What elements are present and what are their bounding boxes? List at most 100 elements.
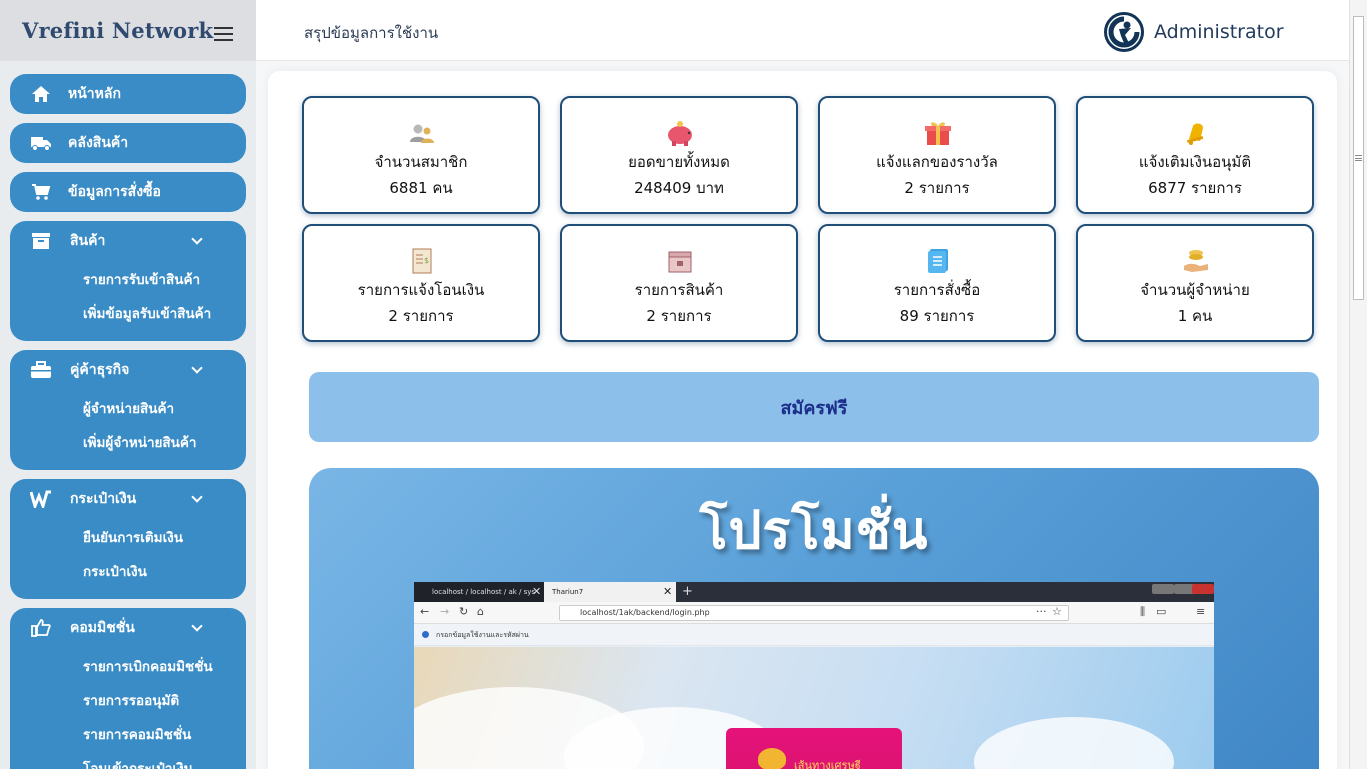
sidebar-icon: ▭	[1156, 605, 1167, 618]
sidebar-item-orders[interactable]: ข้อมูลการสั่งซื้อ	[10, 172, 246, 212]
truck-icon	[30, 132, 52, 154]
sidebar-group-label: กระเป๋าเงิน	[70, 491, 137, 507]
bell-icon	[1181, 120, 1211, 146]
sidebar-subitem[interactable]: กระเป๋าเงิน	[10, 555, 246, 589]
sidebar-subitem[interactable]: รายการรับเข้าสินค้า	[10, 263, 246, 297]
menu-dots-icon: ···	[1036, 605, 1047, 618]
stat-value: 89 รายการ	[899, 307, 975, 325]
sidebar-subitem[interactable]: เพิ่มผู้จำหน่ายสินค้า	[10, 426, 246, 460]
sidebar-group-header[interactable]: คอมมิชชั่น	[10, 608, 246, 648]
receipt-icon: $	[407, 248, 437, 274]
close-icon: ✕	[663, 585, 673, 598]
stat-title: รายการสินค้า	[634, 281, 724, 299]
briefcase-icon	[30, 359, 52, 381]
stat-title: แจ้งแลกของรางวัล	[876, 153, 998, 171]
minimize-icon	[1152, 584, 1174, 594]
signup-label: สมัครฟรี	[780, 397, 848, 419]
thumbs-up-icon	[30, 617, 52, 639]
sidebar-group-header[interactable]: คู่ค้าธุรกิจ	[10, 350, 246, 390]
stat-value: 1 คน	[1177, 307, 1213, 325]
sidebar-group-label: คอมมิชชั่น	[70, 620, 135, 636]
stat-title: ยอดขายทั้งหมด	[628, 153, 730, 171]
close-icon: ✕	[532, 585, 542, 598]
stat-card-transfer-notices[interactable]: $ รายการแจ้งโอนเงิน 2 รายการ	[302, 224, 540, 342]
stat-card-rewards[interactable]: แจ้งแลกของรางวัล 2 รายการ	[818, 96, 1056, 214]
sidebar-item-label: คลังสินค้า	[68, 135, 129, 151]
stat-title: จำนวนสมาชิก	[374, 153, 468, 171]
hamburger-menu-icon: ≡	[1196, 605, 1206, 618]
login-card-title: เส้นทางเศรษฐี	[794, 759, 861, 769]
browser-tab: Thariun7	[544, 582, 676, 602]
user-menu[interactable]: Administrator	[1104, 12, 1284, 52]
sidebar-group-label: สินค้า	[70, 233, 106, 249]
sidebar-group-wallet: กระเป๋าเงิน ยืนยันการเติมเงิน กระเป๋าเงิ…	[10, 479, 246, 599]
sidebar-subitem[interactable]: รายการเบิกคอมมิชชั่น	[10, 650, 246, 684]
svg-text:$: $	[424, 256, 429, 265]
address-bar: localhost/1ak/backend/login.php	[559, 605, 1069, 621]
stat-title: แจ้งเติมเงินอนุมัติ	[1138, 153, 1252, 171]
sidebar-subitem[interactable]: ยืนยันการเติมเงิน	[10, 521, 246, 555]
page-title: สรุปข้อมูลการใช้งาน	[304, 24, 439, 42]
library-icon: ⫼	[1140, 605, 1146, 618]
stat-value: 2 รายการ	[646, 307, 712, 325]
sidebar-subitem[interactable]: รายการคอมมิชชั่น	[10, 718, 246, 752]
stat-card-sales[interactable]: ยอดขายทั้งหมด 248409 บาท	[560, 96, 798, 214]
login-card: เส้นทางเศรษฐี	[726, 728, 902, 769]
avatar	[1104, 12, 1144, 52]
sidebar-subitem[interactable]: เพิ่มข้อมูลรับเข้าสินค้า	[10, 297, 246, 331]
browser-navbar: ← → ↻ ⌂ localhost/1ak/backend/login.php …	[414, 602, 1214, 624]
stat-value: 248409 บาท	[634, 179, 724, 197]
sidebar-item-warehouse[interactable]: คลังสินค้า	[10, 123, 246, 163]
reload-icon: ↻	[459, 605, 469, 618]
user-name: Administrator	[1154, 21, 1284, 43]
piggy-bank-icon	[665, 120, 695, 146]
stat-value: 6877 รายการ	[1148, 179, 1242, 197]
stat-card-topup-approved[interactable]: แจ้งเติมเงินอนุมัติ 6877 รายการ	[1076, 96, 1314, 214]
cart-icon	[30, 181, 52, 203]
gift-icon	[923, 120, 953, 146]
stat-card-orders[interactable]: รายการสั่งซื้อ 89 รายการ	[818, 224, 1056, 342]
forward-icon: →	[440, 605, 450, 618]
sidebar: Vrefini Network หน้าหลัก คลังสินค้า ข้อม…	[0, 0, 256, 769]
chevron-down-icon	[191, 362, 203, 374]
brand-bar: Vrefini Network	[0, 0, 256, 61]
signup-banner[interactable]: สมัครฟรี	[309, 372, 1319, 442]
promotion-title: โปรโมชั่น	[699, 501, 929, 561]
sidebar-subitem[interactable]: โอนเข้ากระเป๋าเงิน	[10, 752, 246, 769]
home-icon: ⌂	[477, 605, 484, 618]
vertical-scrollbar[interactable]	[1349, 0, 1367, 769]
close-icon	[1192, 584, 1214, 594]
top-header: สรุปข้อมูลการใช้งาน Administrator	[256, 0, 1367, 61]
back-icon: ←	[420, 605, 430, 618]
stat-card-distributors[interactable]: จำนวนผู้จำหน่าย 1 คน	[1076, 224, 1314, 342]
scrollbar-grip-icon	[1355, 155, 1362, 161]
stat-title: รายการสั่งซื้อ	[893, 281, 981, 299]
package-icon	[665, 248, 695, 274]
sidebar-group-label: คู่ค้าธุรกิจ	[70, 362, 130, 378]
stat-card-members[interactable]: จำนวนสมาชิก 6881 คน	[302, 96, 540, 214]
hamburger-menu-icon[interactable]	[214, 27, 233, 41]
sidebar-group-commission: คอมมิชชั่น รายการเบิกคอมมิชชั่น รายการรอ…	[10, 608, 246, 769]
sidebar-subitem[interactable]: รายการรออนุมัติ	[10, 684, 246, 718]
stat-title: จำนวนผู้จำหน่าย	[1140, 281, 1250, 299]
sidebar-group-header[interactable]: สินค้า	[10, 221, 246, 261]
home-icon	[30, 83, 52, 105]
sidebar-subitem[interactable]: ผู้จำหน่ายสินค้า	[10, 392, 246, 426]
sidebar-item-home[interactable]: หน้าหลัก	[10, 74, 246, 114]
star-icon: ☆	[1052, 605, 1062, 618]
main-content: จำนวนสมาชิก 6881 คน ยอดขายทั้งหมด 248409…	[256, 61, 1349, 769]
sidebar-menu: หน้าหลัก คลังสินค้า ข้อมูลการสั่งซื้อ สิ…	[0, 74, 256, 769]
promotion-image: localhost / localhost / ak / sys ✕ Thari…	[414, 582, 1214, 769]
stat-card-products[interactable]: รายการสินค้า 2 รายการ	[560, 224, 798, 342]
sidebar-item-label: ข้อมูลการสั่งซื้อ	[68, 184, 161, 200]
stat-value: 2 รายการ	[388, 307, 454, 325]
brand-logo-text[interactable]: Vrefini Network	[22, 18, 213, 43]
archive-box-icon	[30, 230, 52, 252]
promotion-section: โปรโมชั่น localhost / localhost / ak / s…	[309, 468, 1319, 769]
browser-tab: localhost / localhost / ak / sys	[414, 582, 544, 602]
plus-icon: +	[682, 584, 693, 599]
sidebar-group-header[interactable]: กระเป๋าเงิน	[10, 479, 246, 519]
sidebar-item-label: หน้าหลัก	[68, 86, 121, 102]
sidebar-group-products: สินค้า รายการรับเข้าสินค้า เพิ่มข้อมูลรั…	[10, 221, 246, 341]
stat-title: รายการแจ้งโอนเงิน	[357, 281, 485, 299]
